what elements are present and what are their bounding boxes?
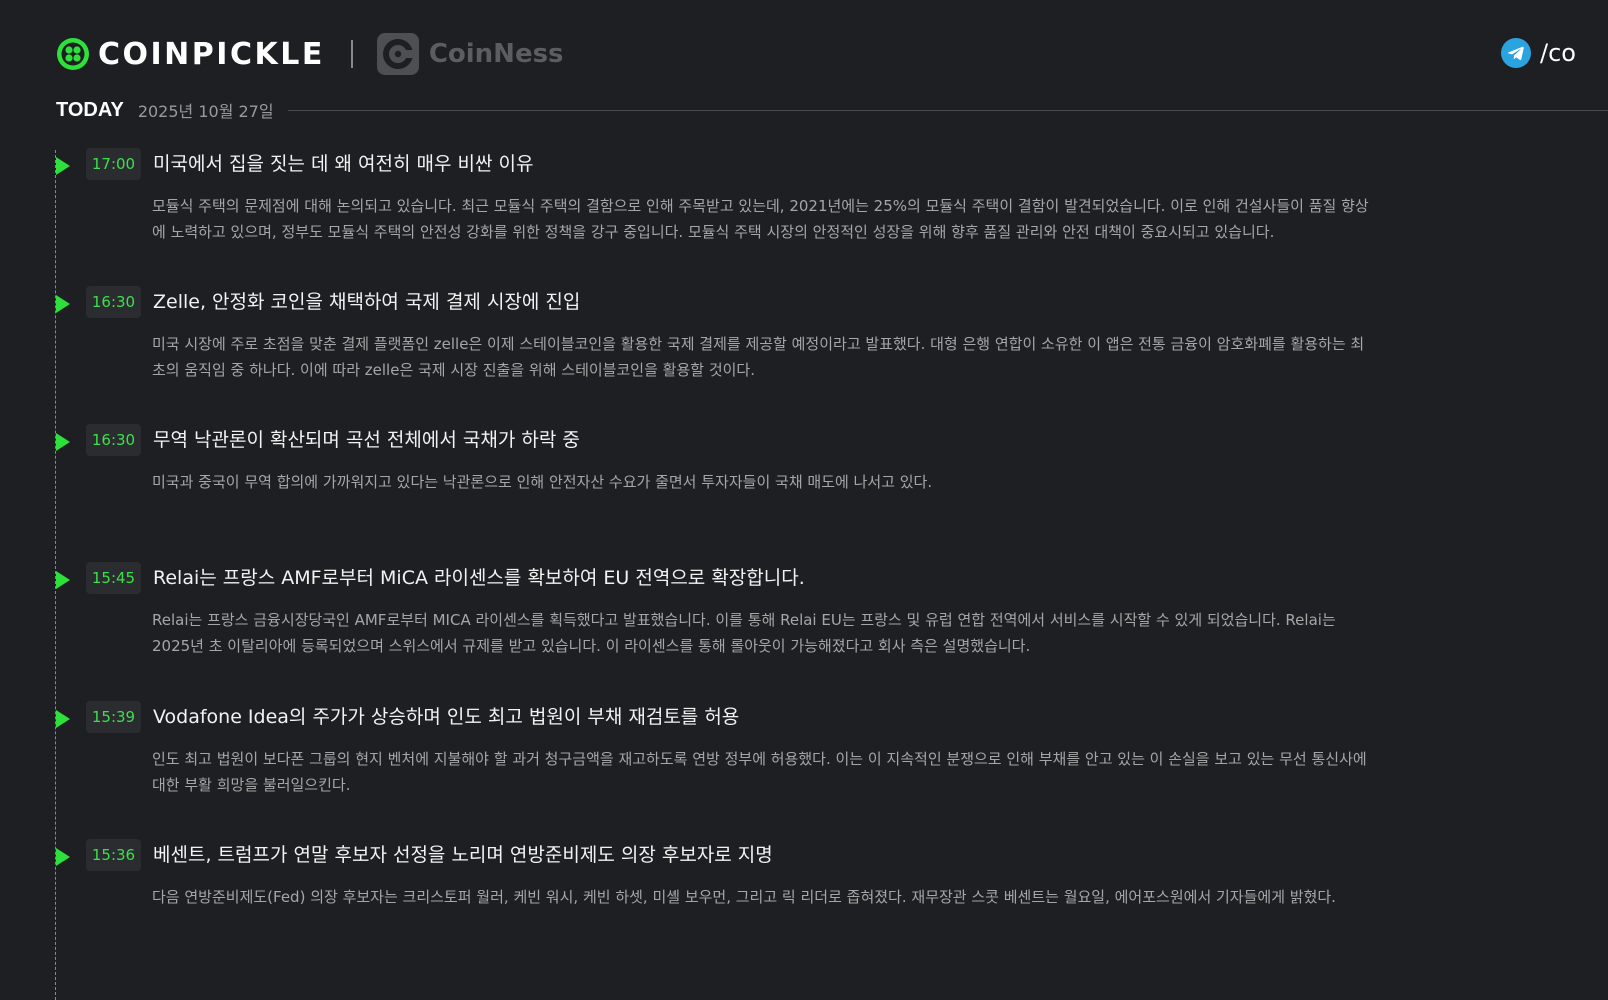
- play-icon: [56, 848, 70, 866]
- news-title[interactable]: Vodafone Idea의 주가가 상승하며 인도 최고 법원이 부채 재검토…: [153, 702, 739, 729]
- coinpickle-logo-icon: [57, 38, 89, 70]
- coinness-logo[interactable]: CoinNess: [376, 33, 564, 75]
- news-title[interactable]: 미국에서 집을 짓는 데 왜 여전히 매우 비싼 이유: [153, 149, 533, 176]
- news-body: 미국과 중국이 무역 합의에 가까워지고 있다는 낙관론으로 인해 안전자산 수…: [152, 473, 933, 491]
- play-icon: [56, 157, 70, 175]
- header-divider: [350, 40, 353, 68]
- play-icon: [56, 571, 70, 589]
- news-body: 모듈식 주택의 문제점에 대해 논의되고 있습니다. 최근 모듈식 주택의 결함…: [152, 197, 1369, 241]
- play-icon: [56, 433, 70, 451]
- time-badge: 16:30: [86, 286, 141, 318]
- time-badge: 16:30: [86, 424, 141, 456]
- play-icon: [56, 295, 70, 313]
- today-divider: [287, 109, 1608, 111]
- news-body: 인도 최고 법원이 보다폰 그룹의 현지 벤처에 지불해야 할 과거 청구금액을…: [152, 750, 1367, 794]
- today-date: 2025년 10월 27일: [137, 102, 274, 121]
- telegram-link[interactable]: /co: [1501, 38, 1576, 68]
- news-body: 미국 시장에 주로 초점을 맞춘 결제 플랫폼인 zelle은 이제 스테이블코…: [152, 335, 1365, 379]
- news-body: Relai는 프랑스 금융시장당국인 AMF로부터 MICA 라이센스를 획득했…: [152, 611, 1336, 655]
- time-badge: 15:36: [86, 839, 141, 871]
- news-title[interactable]: 무역 낙관론이 확산되며 곡선 전체에서 국채가 하락 중: [153, 425, 580, 452]
- today-row: TODAY 2025년 10월 27일: [56, 96, 1608, 124]
- coinpickle-logo[interactable]: COINPICKLE: [56, 37, 325, 72]
- time-badge: 15:39: [86, 701, 141, 733]
- page: COINPICKLE CoinNess /co TODAY 2025년 10월 …: [0, 0, 1608, 1000]
- today-label: TODAY: [56, 98, 124, 121]
- coinness-wordmark: CoinNess: [428, 39, 564, 69]
- coinpickle-wordmark: COINPICKLE: [98, 36, 325, 72]
- news-body: 다음 연방준비제도(Fed) 의장 후보자는 크리스토퍼 월러, 케빈 워시, …: [152, 888, 1336, 906]
- news-title[interactable]: Relai는 프랑스 AMF로부터 MiCA 라이센스를 확보하여 EU 전역으…: [153, 563, 805, 590]
- telegram-channel-text: /co: [1540, 39, 1576, 67]
- telegram-icon: [1501, 38, 1531, 68]
- news-title[interactable]: Zelle, 안정화 코인을 채택하여 국제 결제 시장에 진입: [153, 287, 580, 314]
- play-icon: [56, 710, 70, 728]
- coinness-logo-icon: [376, 33, 419, 75]
- news-title[interactable]: 베센트, 트럼프가 연말 후보자 선정을 노리며 연방준비제도 의장 후보자로 …: [153, 840, 773, 867]
- time-badge: 15:45: [86, 562, 141, 594]
- header: COINPICKLE CoinNess: [56, 28, 564, 80]
- time-badge: 17:00: [86, 148, 141, 180]
